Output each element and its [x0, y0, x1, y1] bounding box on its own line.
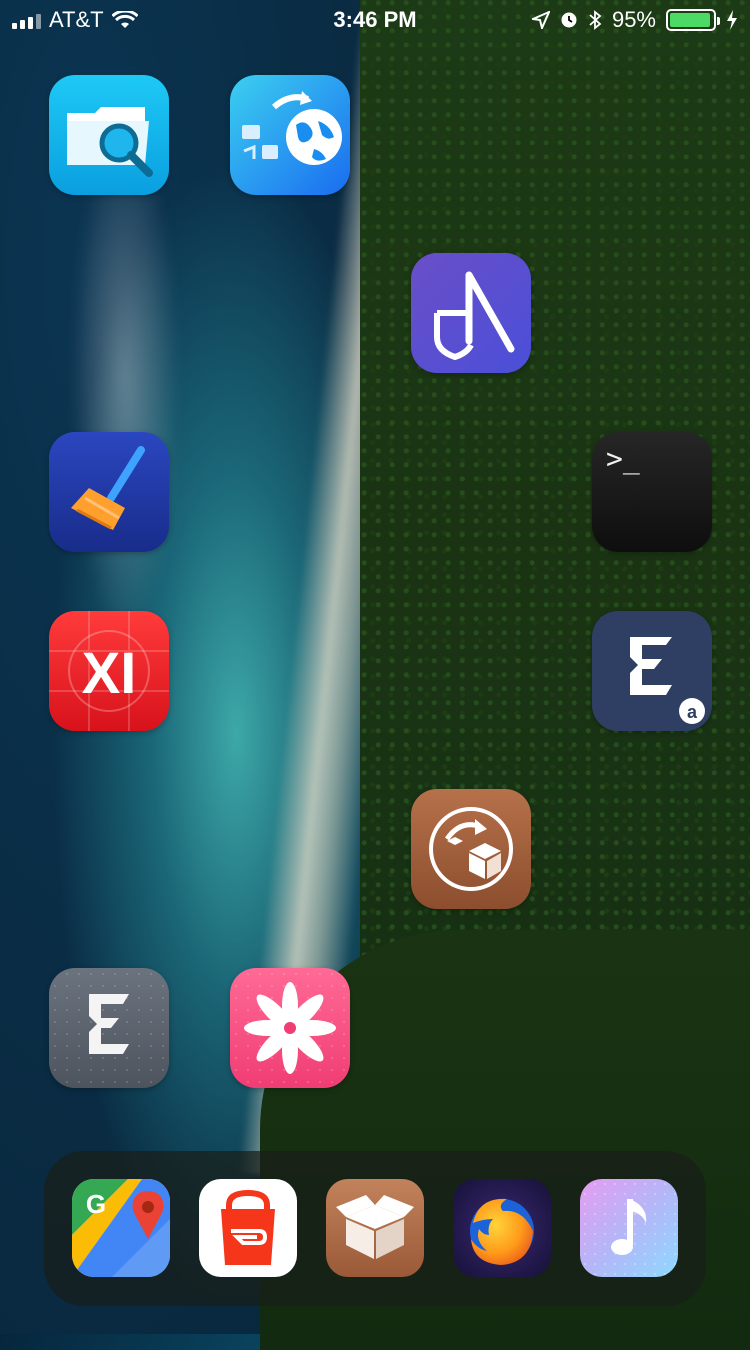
- app-terminal[interactable]: >_: [592, 432, 712, 552]
- dock-app-music[interactable]: [580, 1179, 678, 1277]
- svg-text:XI: XI: [82, 641, 137, 706]
- battery-icon: [666, 9, 720, 31]
- app-electra-at[interactable]: a: [592, 611, 712, 731]
- package-arrow-icon: [411, 789, 531, 909]
- dock-app-doordash[interactable]: [199, 1179, 297, 1277]
- app-package-installer[interactable]: [411, 789, 531, 909]
- app-xi[interactable]: XI: [49, 611, 169, 731]
- electra-at-icon: a: [592, 611, 712, 731]
- terminal-icon: >_: [592, 432, 712, 552]
- svg-text:a: a: [687, 702, 698, 722]
- status-bar: AT&T 3:46 PM 95%: [0, 0, 750, 40]
- dock-app-firefox[interactable]: [453, 1179, 551, 1277]
- music-note-icon: [580, 1179, 678, 1277]
- broom-icon: [49, 432, 169, 552]
- battery-percent: 95%: [611, 7, 656, 32]
- flower-icon: [230, 968, 350, 1088]
- bluetooth-icon: [589, 10, 602, 30]
- location-arrow-icon: [531, 11, 550, 29]
- app-filza[interactable]: [49, 75, 169, 195]
- svg-text:G: G: [86, 1189, 106, 1219]
- maps-pin-icon: G: [72, 1179, 170, 1277]
- app-flower[interactable]: [230, 968, 350, 1088]
- svg-text:>_: >_: [606, 442, 640, 476]
- alarm-icon: [561, 12, 577, 28]
- box-icon: [326, 1179, 424, 1277]
- dock-app-google-maps[interactable]: G: [72, 1179, 170, 1277]
- app-cleaner[interactable]: [49, 432, 169, 552]
- app-electra[interactable]: [49, 968, 169, 1088]
- shopping-bag-icon: [199, 1179, 297, 1277]
- globe-transfer-icon: [230, 75, 350, 195]
- app-globe-transfer[interactable]: [230, 75, 350, 195]
- app-shield-arrow[interactable]: [411, 253, 531, 373]
- dock-app-cydia[interactable]: [326, 1179, 424, 1277]
- xi-logo-icon: XI: [49, 611, 169, 731]
- folder-search-icon: [49, 75, 169, 195]
- shield-arrow-icon: [411, 253, 531, 373]
- electra-e-icon: [49, 968, 169, 1088]
- firefox-icon: [453, 1179, 551, 1277]
- charging-bolt-icon: [727, 10, 737, 30]
